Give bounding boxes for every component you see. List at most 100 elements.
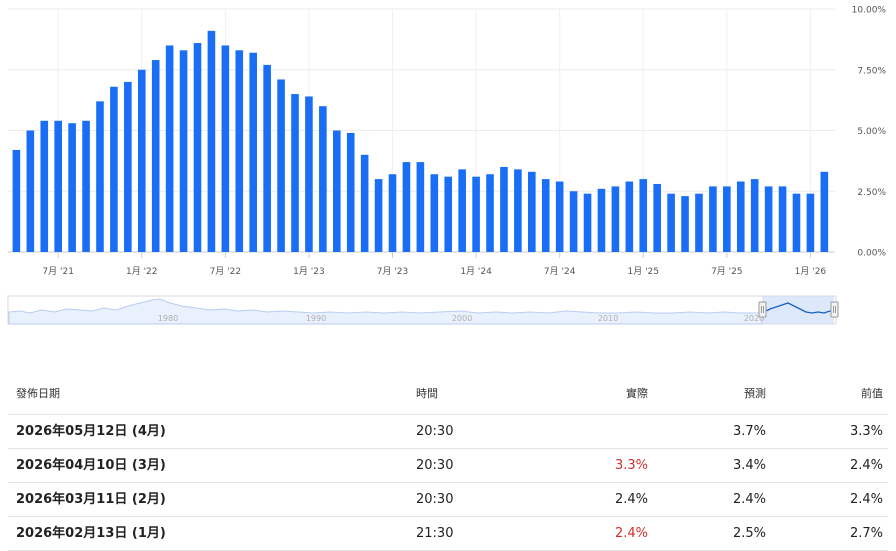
chart-bar-2024-05[interactable] (528, 171, 536, 252)
previous-value: 2.7% (849, 526, 883, 541)
chart-bar-2024-08[interactable] (569, 191, 578, 252)
table-row[interactable]: 2026年04月10日 (3月) 20:30 3.3% 3.4% 2.4% (8, 449, 888, 483)
chart-bar-2023-04[interactable] (346, 132, 355, 252)
release-time: 20:30 (416, 458, 454, 473)
chart-bar-2024-09[interactable] (583, 193, 592, 252)
chart-bar-2022-01[interactable] (137, 69, 146, 252)
release-time: 20:30 (416, 424, 454, 439)
chart-bar-2025-01[interactable] (639, 179, 648, 252)
table-row[interactable]: 2026年02月13日 (1月) 21:30 2.4% 2.5% 2.7% (8, 517, 888, 551)
previous-value: 2.4% (849, 458, 883, 473)
x-tick-label: 1月 '23 (293, 266, 325, 277)
chart-bar-2024-10[interactable] (597, 188, 606, 252)
chart-bar-2025-06[interactable] (709, 186, 717, 252)
release-time: 21:30 (416, 526, 454, 541)
y-tick-label: 2.50% (857, 188, 886, 198)
chart-bar-2024-04[interactable] (514, 169, 522, 252)
table-row[interactable]: 2026年03月11日 (2月) 20:30 2.4% 2.4% 2.4% (8, 483, 888, 517)
chart-bar-2025-07[interactable] (723, 186, 731, 252)
chart-bar-2023-06[interactable] (374, 179, 383, 252)
chart-bar-2025-03[interactable] (667, 193, 675, 252)
navigator-left-handle[interactable] (758, 301, 767, 318)
x-tick-label: 1月 '24 (460, 266, 492, 277)
y-tick-label: 0.00% (857, 249, 886, 259)
chart-bar-2021-10[interactable] (96, 101, 104, 252)
chart-bar-2025-05[interactable] (695, 193, 703, 252)
release-date: 2026年05月12日 (4月) (16, 424, 166, 439)
x-tick-label: 1月 '25 (627, 266, 659, 277)
chart-bar-2022-10[interactable] (263, 64, 271, 252)
y-tick-label: 7.50% (857, 66, 886, 76)
navigator-year-label: 1980 (158, 314, 178, 323)
release-date: 2026年03月11日 (2月) (16, 492, 166, 507)
chart-bar-2024-03[interactable] (500, 166, 508, 252)
release-date: 2026年02月13日 (1月) (16, 526, 166, 541)
chart-bar-2023-08[interactable] (402, 162, 411, 252)
chart-bar-2025-12[interactable] (792, 193, 801, 252)
chart-bar-2025-11[interactable] (778, 186, 787, 252)
chart-bar-2022-08[interactable] (235, 50, 244, 253)
chart-bar-2022-02[interactable] (151, 60, 160, 252)
chart-bar-2026-02[interactable] (820, 171, 829, 252)
chart-bar-2026-01[interactable] (806, 193, 815, 252)
chart-bar-2023-01[interactable] (305, 96, 313, 252)
chart-bar-2021-04[interactable] (12, 149, 21, 252)
y-tick-label: 5.00% (857, 127, 886, 137)
chart-bar-2023-05[interactable] (360, 154, 369, 252)
chart-bar-2023-07[interactable] (388, 174, 397, 252)
chart-bar-2023-12[interactable] (458, 169, 466, 252)
header-forecast: 預測 (744, 387, 766, 400)
navigator-selection[interactable] (762, 296, 834, 324)
chart-bar-2022-12[interactable] (291, 94, 299, 252)
chart-bar-2023-03[interactable] (332, 130, 341, 253)
forecast-value: 3.7% (732, 424, 766, 439)
chart-bar-2024-02[interactable] (486, 174, 494, 252)
header-release-date: 發佈日期 (16, 387, 60, 400)
chart-bar-2023-11[interactable] (444, 176, 453, 252)
forecast-value: 2.5% (732, 526, 766, 541)
release-time: 20:30 (416, 492, 454, 507)
chart-bar-2021-07[interactable] (54, 120, 62, 252)
chart-bar-2025-08[interactable] (736, 181, 745, 252)
chart-bar-2023-10[interactable] (430, 174, 439, 252)
navigator-year-label: 2000 (452, 314, 472, 323)
chart-bar-2022-06[interactable] (207, 30, 216, 253)
table-row[interactable]: 2026年05月12日 (4月) 20:30 3.7% 3.3% (8, 415, 888, 449)
navigator-right-handle[interactable] (830, 301, 839, 318)
chart-bar-2021-11[interactable] (110, 86, 118, 252)
x-axis-ticks: 7月 '21 1月 '22 7月 '22 1月 '23 7月 '23 1月 '24 7月 '… (42, 252, 826, 277)
table-header-row: 發佈日期 時間 實際 預測 前值 (8, 378, 888, 415)
navigator-year-label: 1990 (306, 314, 326, 323)
chart-bar-2022-03[interactable] (165, 45, 174, 253)
actual-value: 3.3% (614, 458, 648, 473)
chart-bar-2022-11[interactable] (277, 79, 285, 252)
range-navigator[interactable]: 1980 1990 2000 2010 2020 (0, 294, 896, 328)
actual-value: 2.4% (614, 492, 648, 507)
chart-bar-2025-10[interactable] (764, 186, 773, 252)
chart-bar-2022-05[interactable] (193, 43, 202, 252)
bar-chart: 10.00%7.50%5.00%2.50%0.00% 7月 '21 1月 '22 7… (8, 6, 886, 277)
chart-bar-2025-02[interactable] (653, 183, 661, 252)
chart-bar-2022-09[interactable] (249, 52, 258, 252)
chart-bar-2022-04[interactable] (179, 50, 188, 253)
chart-bar-2023-02[interactable] (319, 106, 327, 252)
chart-bar-2024-07[interactable] (555, 181, 564, 252)
header-previous: 前值 (861, 387, 883, 400)
chart-bar-2021-09[interactable] (82, 120, 90, 252)
chart-bar-2021-06[interactable] (40, 120, 49, 252)
chart-bar-2021-08[interactable] (68, 123, 76, 253)
chart-bar-2023-09[interactable] (416, 162, 425, 252)
chart-bar-2025-04[interactable] (681, 196, 689, 252)
chart-bar-2025-09[interactable] (750, 179, 759, 252)
header-time: 時間 (416, 387, 438, 400)
chart-bar-2021-05[interactable] (26, 130, 35, 253)
chart-bar-2024-01[interactable] (472, 176, 480, 252)
chart-bar-2024-06[interactable] (541, 179, 550, 252)
chart-bars[interactable] (12, 30, 829, 253)
forecast-value: 3.4% (732, 458, 766, 473)
chart-bar-2021-12[interactable] (124, 81, 132, 253)
release-history-table: 發佈日期 時間 實際 預測 前值 2026年05月12日 (4月) 20:30 … (8, 378, 888, 551)
chart-bar-2022-07[interactable] (221, 45, 230, 253)
chart-bar-2024-11[interactable] (611, 186, 620, 252)
chart-bar-2024-12[interactable] (625, 181, 634, 252)
